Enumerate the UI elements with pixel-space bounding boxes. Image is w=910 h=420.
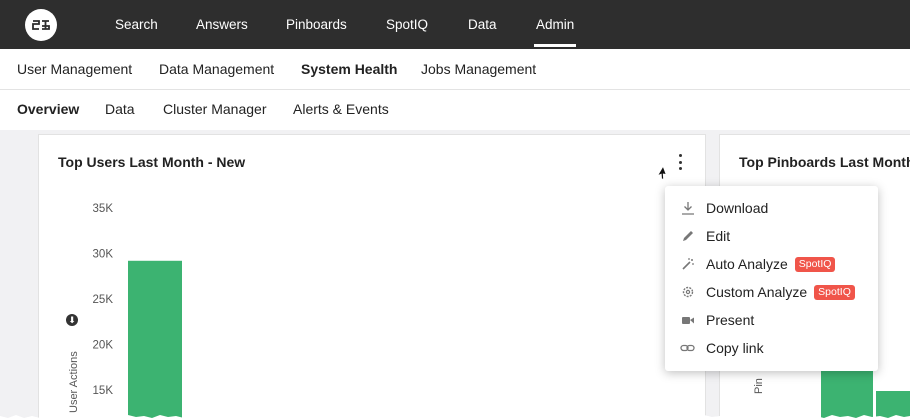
pencil-icon	[680, 228, 696, 244]
menu-item-edit[interactable]: Edit	[665, 222, 878, 250]
menu-item-label: Present	[706, 312, 755, 328]
subnav-data-management[interactable]: Data Management	[159, 49, 274, 89]
menu-item-label: Custom Analyze	[706, 284, 808, 300]
top-nav: Search Answers Pinboards SpotIQ Data Adm…	[0, 0, 910, 49]
top-users-card: Top Users Last Month - New 35K 30K 25K 20K 1…	[38, 134, 706, 420]
top-users-chart: 35K 30K 25K 20K 15K	[93, 203, 182, 420]
mouse-cursor-icon	[656, 164, 668, 180]
admin-subnav: User Management Data Management System H…	[0, 49, 910, 90]
y-axis-label: User Actions	[68, 351, 80, 413]
spotiq-badge: SpotIQ	[814, 284, 855, 300]
y-tick-label: 30K	[93, 249, 114, 261]
y-tick-label: 35K	[93, 203, 114, 215]
nav-data[interactable]: Data	[468, 0, 497, 49]
download-circle-icon[interactable]: ⬇	[66, 314, 78, 326]
tab-alerts-events[interactable]: Alerts & Events	[293, 90, 389, 128]
torn-edge-bottom	[0, 415, 910, 420]
nav-spotiq[interactable]: SpotIQ	[386, 0, 428, 49]
thoughtspot-logo-icon[interactable]	[25, 9, 57, 41]
tab-overview[interactable]: Overview	[17, 90, 79, 128]
nav-admin[interactable]: Admin	[533, 0, 577, 49]
subnav-system-health[interactable]: System Health	[301, 49, 397, 89]
tab-cluster-manager[interactable]: Cluster Manager	[163, 90, 267, 128]
nav-pinboards[interactable]: Pinboards	[286, 0, 347, 49]
menu-item-label: Edit	[706, 228, 731, 244]
magic-wand-icon	[680, 256, 696, 272]
y-tick-label: 15K	[93, 385, 114, 397]
y-tick-label: 25K	[93, 294, 114, 306]
card-actions-menu: Download Edit Auto Analyze SpotIQ Custom…	[665, 186, 878, 371]
bar[interactable]	[128, 260, 182, 420]
menu-item-auto-analyze[interactable]: Auto Analyze SpotIQ	[665, 250, 878, 278]
y-tick-label: 20K	[93, 340, 114, 352]
nav-search[interactable]: Search	[115, 0, 158, 49]
menu-item-custom-analyze[interactable]: Custom Analyze SpotIQ	[665, 278, 878, 306]
menu-item-download[interactable]: Download	[665, 194, 878, 222]
subnav-jobs-management[interactable]: Jobs Management	[421, 49, 536, 89]
link-icon	[680, 340, 696, 356]
menu-item-label: Download	[706, 200, 769, 216]
y-axis-label: Pin	[753, 378, 765, 394]
video-camera-icon	[680, 312, 696, 328]
download-icon	[680, 200, 696, 216]
subnav-user-management[interactable]: User Management	[17, 49, 132, 89]
tab-data[interactable]: Data	[105, 90, 135, 128]
menu-item-label: Auto Analyze	[706, 256, 788, 272]
system-health-tabs: Overview Data Cluster Manager Alerts & E…	[0, 90, 910, 130]
logo-glyph	[32, 20, 50, 30]
nav-answers[interactable]: Answers	[196, 0, 248, 49]
screenshot-frame: Search Answers Pinboards SpotIQ Data Adm…	[0, 0, 910, 420]
spotiq-badge: SpotIQ	[794, 256, 836, 272]
gear-icon	[680, 284, 696, 300]
menu-item-label: Copy link	[706, 340, 764, 356]
menu-item-present[interactable]: Present	[665, 306, 878, 334]
menu-item-copy-link[interactable]: Copy link	[665, 334, 878, 362]
